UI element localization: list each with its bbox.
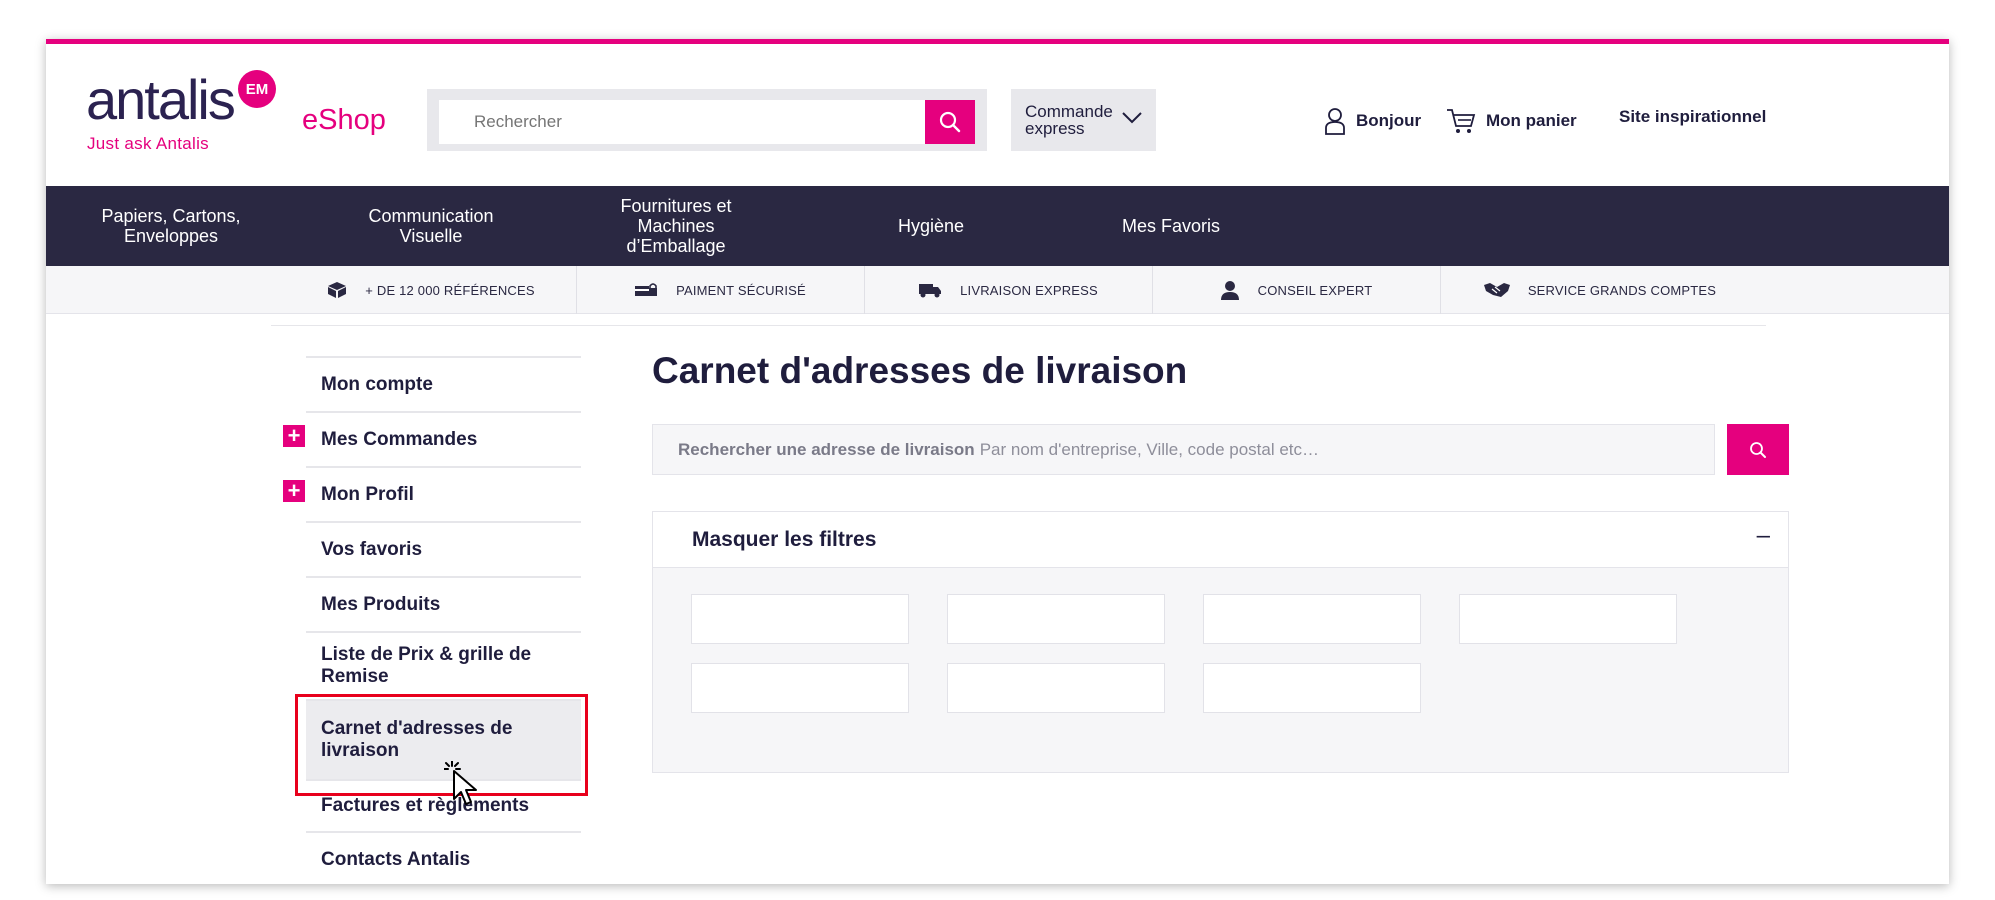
benefit-label: + DE 12 000 RÉFÉRENCES [365,282,535,298]
site-header: antalis EM Just ask Antalis eShop Comman… [46,44,1949,186]
commande-express-dropdown[interactable]: Commande express [1011,89,1156,151]
logo-tagline: Just ask Antalis [87,134,209,153]
eshop-label: eShop [302,104,386,136]
sidebar-item-label: Mon compte [321,373,433,395]
logo-badge: EM [238,70,276,108]
benefit-label: CONSEIL EXPERT [1257,282,1373,298]
nav-item-favoris[interactable]: Mes Favoris [1106,186,1236,266]
content-divider [271,325,1766,326]
address-search-input[interactable]: Rechercher une adresse de livraison Par … [652,424,1715,475]
filter-field[interactable] [1203,594,1421,644]
address-search-label: Rechercher une adresse de livraison [678,439,975,459]
nav-item-hygiene[interactable]: Hygiène [866,186,996,266]
sidebar-item-mon-profil[interactable]: Mon Profil [306,466,581,521]
sidebar-item-label: Liste de Prix & grille de Remise [321,644,532,687]
header-search [427,89,987,151]
filters-panel: Masquer les filtres – [652,511,1789,773]
filter-field[interactable] [1459,594,1677,644]
benefit-grands-comptes: SERVICE GRANDS COMPTES [1440,266,1760,314]
nav-item-papiers[interactable]: Papiers, Cartons, Enveloppes [86,186,256,266]
benefit-references: + DE 12 000 RÉFÉRENCES [286,266,576,314]
user-icon [1325,108,1345,135]
person-icon [1220,280,1240,300]
main-navigation: Papiers, Cartons, Enveloppes Communicati… [46,186,1949,266]
benefits-bar: + DE 12 000 RÉFÉRENCES PAIMENT SÉCURISÉ … [46,266,1949,314]
nav-item-fournitures[interactable]: Fournitures et Machines d’Emballage [591,186,761,266]
address-search-hint: Par nom d'entreprise, Ville, code postal… [979,439,1320,459]
bonjour-label: Bonjour [1356,111,1422,130]
sidebar-item-vos-favoris[interactable]: Vos favoris [306,521,581,576]
benefit-label: SERVICE GRANDS COMPTES [1527,282,1717,298]
box-icon [327,281,347,299]
benefit-conseil: CONSEIL EXPERT [1152,266,1440,314]
sidebar-item-mes-produits[interactable]: Mes Produits [306,576,581,631]
benefit-livraison: LIVRAISON EXPRESS [864,266,1152,314]
sidebar-item-label: Factures et règlements [321,795,530,816]
sidebar-item-mon-compte[interactable]: Mon compte [306,356,581,411]
filter-field[interactable] [1203,663,1421,713]
commande-express-label: Commande express [1025,102,1113,138]
sidebar-item-liste-de-prix[interactable]: Liste de Prix & grille de Remise [306,631,581,699]
sidebar-item-mes-commandes[interactable]: Mes Commandes [306,411,581,466]
filter-field[interactable] [691,594,909,644]
sidebar-item-label: Mon Profil [321,483,414,505]
antalis-logo[interactable]: antalis EM Just ask Antalis [86,70,276,165]
chevron-down-icon [1122,112,1142,124]
sidebar-item-label: Mes Commandes [321,428,478,450]
secure-card-icon [634,282,658,298]
selection-highlight [295,694,588,796]
browser-page: antalis EM Just ask Antalis eShop Comman… [46,39,1949,884]
nav-item-communication[interactable]: Communication Visuelle [346,186,516,266]
filter-field[interactable] [691,663,909,713]
sidebar-item-label: Contacts Antalis [321,848,471,870]
panier-label: Mon panier [1486,111,1577,130]
handshake-icon [1483,282,1510,298]
sidebar-item-contacts[interactable]: Contacts Antalis [306,831,581,884]
benefit-label: LIVRAISON EXPRESS [960,282,1098,298]
site-inspirationnel-link[interactable]: Site inspirationnel [1619,107,1766,127]
mouse-cursor-icon [443,760,484,812]
collapse-icon[interactable]: – [1757,522,1770,550]
truck-icon [918,282,942,298]
cart-icon [1447,109,1476,133]
filter-field[interactable] [947,594,1165,644]
logo-wordmark: antalis [86,68,236,131]
site-inspirationnel-label: Site inspirationnel [1619,107,1767,126]
search-icon [939,111,961,133]
page-title: Carnet d'adresses de livraison [652,350,1188,391]
address-search-button[interactable] [1727,424,1789,475]
benefit-paiement: PAIMENT SÉCURISÉ [576,266,864,314]
sidebar-item-label: Mes Produits [321,593,441,615]
search-button[interactable] [925,100,975,144]
search-icon [1750,441,1766,458]
search-input[interactable] [439,100,925,144]
filter-field[interactable] [947,663,1165,713]
filters-title: Masquer les filtres [692,528,877,551]
account-link[interactable]: Bonjour [1324,107,1421,135]
expand-plus-icon[interactable]: + [283,425,305,447]
filters-header[interactable]: Masquer les filtres – [653,512,1788,568]
cart-link[interactable]: Mon panier [1446,107,1577,135]
benefit-label: PAIMENT SÉCURISÉ [676,282,806,298]
expand-plus-icon[interactable]: + [283,480,305,502]
sidebar-item-label: Vos favoris [321,538,423,560]
